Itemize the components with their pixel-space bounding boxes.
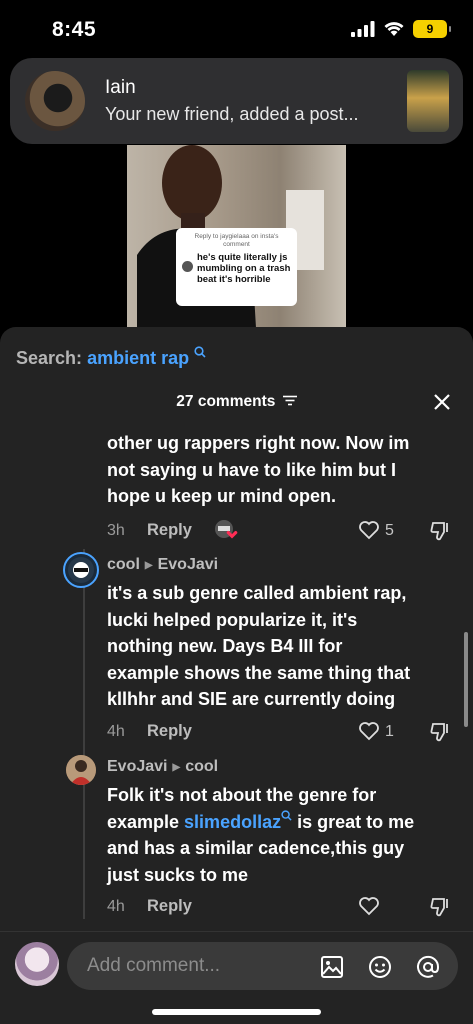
reply-to-author[interactable]: cool xyxy=(185,758,218,776)
notification-text: Your new friend, added a post... xyxy=(105,104,359,124)
sticker-header: Reply to jaygielaaa on insta's comment xyxy=(194,233,279,248)
comment-line: kllhhr and SIE are currently doing xyxy=(107,689,396,709)
battery-icon: 9 xyxy=(413,20,451,38)
comment-time: 3h xyxy=(107,522,125,539)
notification-thumbnail xyxy=(407,70,449,132)
comment-line: it's a sub genre called ambient rap, xyxy=(107,583,407,603)
status-bar: 8:45 9 xyxy=(0,0,473,58)
notification-avatar xyxy=(25,71,85,131)
search-icon xyxy=(281,809,292,821)
comment-line: just sucks to me xyxy=(107,864,249,885)
sticker-text: he's quite literally js mumbling on a tr… xyxy=(197,252,291,285)
comment-author[interactable]: cool xyxy=(107,556,140,574)
wifi-icon xyxy=(384,22,404,36)
comment-line: example slimedollaz is great to me xyxy=(107,809,414,836)
sort-icon[interactable] xyxy=(282,395,297,406)
comment-line: not saying u have to like him but I xyxy=(107,459,397,480)
comments-count[interactable]: 27 comments xyxy=(0,393,473,411)
reply-thread-line xyxy=(83,549,85,919)
dislike-icon[interactable] xyxy=(430,520,452,542)
user-avatar[interactable] xyxy=(15,942,59,986)
status-icons: 9 xyxy=(351,20,451,38)
comment-text: it's a sub genre called ambient rap, luc… xyxy=(107,580,410,713)
search-icon xyxy=(194,346,206,358)
dislike-icon[interactable] xyxy=(430,896,452,918)
comment-line: hope u keep ur mind open. xyxy=(107,486,337,506)
mention-icon[interactable] xyxy=(415,954,441,980)
heart-icon[interactable] xyxy=(358,721,380,741)
emoji-icon[interactable] xyxy=(367,954,393,980)
comment-input-placeholder: Add comment... xyxy=(87,955,221,976)
heart-icon[interactable] xyxy=(358,520,380,540)
comment-line: nothing new. Days B4 III for xyxy=(107,636,343,656)
comment-line: other ug rappers right now. Now im xyxy=(107,433,410,453)
reply-arrow-icon: ▶ xyxy=(172,761,181,773)
comment-author-line: EvoJavi ▶ cool xyxy=(107,758,218,776)
reply-to-author[interactable]: EvoJavi xyxy=(158,556,218,574)
like-count: 5 xyxy=(385,522,394,539)
comment-text-segment: is great to me xyxy=(292,811,415,832)
image-icon[interactable] xyxy=(319,954,345,980)
comment-line: Folk it's not about the genre for xyxy=(107,785,377,805)
dislike-icon[interactable] xyxy=(430,721,452,743)
comment-author-line: cool ▶ EvoJavi xyxy=(107,556,218,574)
battery-level: 9 xyxy=(426,22,434,36)
comment-composer: Add comment... xyxy=(0,931,473,1024)
comment-time: 4h xyxy=(107,898,125,915)
close-icon[interactable] xyxy=(431,391,453,413)
reply-arrow-icon: ▶ xyxy=(144,559,153,571)
notification-title: Iain xyxy=(105,77,136,98)
search-term: ambient rap xyxy=(87,348,190,368)
comment-text-segment: example xyxy=(107,811,185,832)
sticker-avatar xyxy=(182,261,193,272)
comment-time: 4h xyxy=(107,723,125,740)
comment-text: other ug rappers right now. Now im not s… xyxy=(107,430,409,510)
comment-author[interactable]: EvoJavi xyxy=(107,758,167,776)
comments-sheet: Search: ambient rap 27 comments other ug… xyxy=(0,327,473,1024)
heart-icon[interactable] xyxy=(358,896,380,916)
commenter-avatar[interactable] xyxy=(66,755,96,785)
reply-button[interactable]: Reply xyxy=(147,722,192,741)
scrollbar[interactable] xyxy=(464,632,468,727)
video-preview[interactable]: Reply to jaygielaaa on insta's comment h… xyxy=(127,145,346,328)
status-time: 8:45 xyxy=(52,18,97,41)
comment-line: and has a similar cadence,this guy xyxy=(107,838,405,858)
comment-text: Folk it's not about the genre for exampl… xyxy=(107,782,414,888)
signal-icon xyxy=(351,21,375,37)
comment-line: lucki helped popularize it, it's xyxy=(107,609,358,630)
like-count: 1 xyxy=(385,723,394,740)
comment-line: example shows the same thing that xyxy=(107,662,411,683)
mention-link[interactable]: slimedollaz xyxy=(184,812,281,832)
search-suggestion[interactable]: Search: ambient rap xyxy=(16,346,206,369)
creator-liked-icon xyxy=(215,520,238,539)
reply-button[interactable]: Reply xyxy=(147,521,192,540)
comments-count-label: 27 comments xyxy=(176,393,276,410)
reply-button[interactable]: Reply xyxy=(147,897,192,916)
notification-banner[interactable]: Iain Your new friend, added a post... xyxy=(10,58,463,144)
home-indicator xyxy=(152,1009,321,1015)
comment-input[interactable]: Add comment... xyxy=(67,942,458,990)
search-prefix: Search: xyxy=(16,348,83,368)
commenter-avatar[interactable] xyxy=(63,552,99,588)
reply-sticker: Reply to jaygielaaa on insta's comment h… xyxy=(176,228,297,306)
